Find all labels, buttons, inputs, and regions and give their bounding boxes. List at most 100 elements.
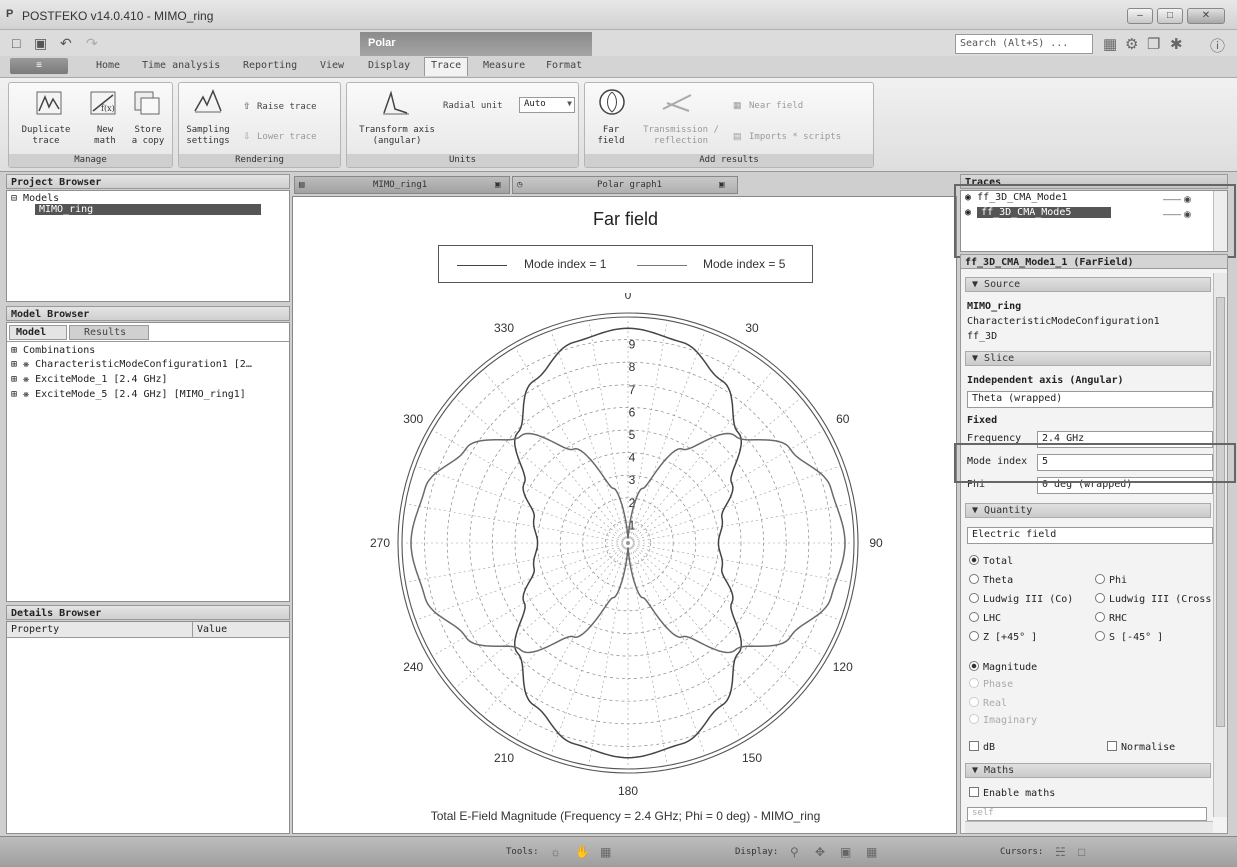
tab-reporting[interactable]: Reporting	[243, 60, 297, 71]
grid-icon[interactable]: ▦	[866, 845, 877, 859]
ribbon: Duplicate trace f(x) New math Store a co…	[0, 78, 1237, 172]
radio-lhc[interactable]: LHC	[969, 612, 1001, 624]
pan-icon[interactable]: ✋	[575, 845, 590, 859]
cursor-icon[interactable]: ☵	[1055, 845, 1066, 859]
radio-theta[interactable]: Theta	[969, 574, 1013, 586]
store-copy-button[interactable]: Store a copy	[127, 125, 169, 147]
tab-model[interactable]: Model	[9, 325, 67, 340]
imports-scripts-button[interactable]: Imports * scripts	[749, 132, 841, 142]
tab-trace[interactable]: Trace	[424, 57, 469, 76]
new-math-button[interactable]: New math	[85, 125, 125, 147]
model-view-icon: ▤	[299, 180, 305, 190]
radial-unit-select[interactable]: Auto ▼	[519, 97, 575, 113]
manage-group-label: Manage	[9, 154, 172, 167]
zoom-icon[interactable]: ▦	[600, 845, 611, 859]
project-browser-title: Project Browser	[6, 174, 290, 189]
angle-tick-label: 180	[618, 784, 638, 798]
angle-tick-label: 90	[869, 536, 883, 550]
angular-grid-line	[454, 542, 629, 689]
polar-chart[interactable]: 0306090120150180210240270300330123456789	[293, 293, 956, 853]
radio-z[interactable]: Z [+45° ]	[969, 631, 1037, 643]
radio-ludwig-co-label: Ludwig III (Co)	[983, 594, 1074, 605]
far-field-button[interactable]: Far field	[587, 125, 635, 147]
sampling-settings-button[interactable]: Sampling settings	[181, 125, 235, 147]
radio-ludwig-cross[interactable]: Ludwig III (Cross)	[1095, 593, 1217, 605]
independent-axis-select[interactable]: Theta (wrapped)	[967, 391, 1213, 408]
tab-measure[interactable]: Measure	[483, 60, 525, 71]
excitation-icon: ❋	[23, 389, 30, 400]
scrollbar-thumb[interactable]	[1216, 297, 1225, 727]
near-field-button[interactable]: Near field	[749, 101, 803, 111]
fit-icon[interactable]: ▣	[840, 845, 851, 859]
doc-tab-polar-graph[interactable]: ◷ Polar graph1 ▣	[512, 176, 738, 194]
radio-ludwig-co[interactable]: Ludwig III (Co)	[969, 593, 1073, 605]
details-browser-title: Details Browser	[6, 605, 290, 620]
transform-axis-button[interactable]: Transform axis (angular)	[349, 125, 445, 147]
radio-rhc[interactable]: RHC	[1095, 612, 1127, 624]
doc-tab-mimo-ring[interactable]: ▤ MIMO_ring1 ▣	[294, 176, 510, 194]
checkbox-normalise[interactable]: Normalise	[1107, 741, 1175, 753]
radio-total[interactable]: Total	[969, 555, 1013, 567]
comment-icon[interactable]: □	[1078, 845, 1085, 859]
column-value[interactable]: Value	[193, 622, 289, 638]
radio-magnitude[interactable]: Magnitude	[969, 661, 1037, 673]
undo-icon[interactable]: ↶	[60, 35, 72, 52]
radio-phase[interactable]: Phase	[969, 678, 1013, 690]
tree-item-mimo-ring[interactable]: MIMO_ring	[35, 204, 262, 215]
section-source[interactable]: ▼ Source	[965, 277, 1211, 292]
section-maths[interactable]: ▼ Maths	[965, 763, 1211, 778]
checkbox-db[interactable]: dB	[969, 741, 995, 753]
quantity-select[interactable]: Electric field	[967, 527, 1213, 544]
tab-display[interactable]: Display	[368, 60, 410, 71]
checkbox-enable-maths[interactable]: Enable maths	[969, 787, 1055, 799]
column-property[interactable]: Property	[7, 622, 193, 638]
save-icon[interactable]: ▣	[34, 35, 47, 52]
radio-phi[interactable]: Phi	[1095, 574, 1127, 586]
pointer-icon[interactable]: ☼	[550, 845, 561, 859]
tree-item-combinations[interactable]: ⊞ Combinations	[11, 345, 95, 356]
tab-results[interactable]: Results	[69, 325, 149, 340]
maths-expression-field[interactable]: self	[967, 807, 1207, 821]
close-tab-icon[interactable]: ▣	[495, 177, 500, 193]
close-icon[interactable]: ✕	[1187, 8, 1225, 24]
zoom-extents-icon[interactable]: ⚲	[790, 845, 799, 859]
tools-icon[interactable]: ⚙	[1125, 35, 1138, 53]
tab-view[interactable]: View	[320, 60, 344, 71]
tab-time-analysis[interactable]: Time analysis	[142, 60, 220, 71]
tree-item-excite-mode-1[interactable]: ⊞ ❋ ExciteMode_1 [2.4 GHz]	[11, 374, 168, 385]
tree-root-models[interactable]: ⊟ Models	[11, 193, 59, 204]
tab-home[interactable]: Home	[96, 60, 120, 71]
minimize-icon[interactable]: –	[1127, 8, 1153, 24]
raise-trace-button[interactable]: Raise trace	[257, 102, 317, 112]
radio-s[interactable]: S [-45° ]	[1095, 631, 1163, 643]
maximize-icon[interactable]: □	[1157, 8, 1183, 24]
tree-item-cm-config[interactable]: ⊞ ❋ CharacteristicModeConfiguration1 [2…	[11, 359, 252, 370]
window-icon[interactable]: ❐	[1147, 35, 1160, 53]
transmission-reflection-button[interactable]: Transmission / reflection	[635, 125, 727, 147]
radio-real[interactable]: Real	[969, 697, 1007, 709]
search-input[interactable]: Search (Alt+S) ...	[955, 34, 1093, 54]
close-tab-icon[interactable]: ▣	[719, 177, 724, 193]
section-slice[interactable]: ▼ Slice	[965, 351, 1211, 366]
settings-icon[interactable]: ✱	[1170, 35, 1183, 53]
cursors-label: Cursors:	[1000, 847, 1044, 857]
radio-icon	[969, 574, 979, 584]
properties-hscrollbar[interactable]	[965, 821, 1213, 833]
properties-scrollbar[interactable]	[1213, 273, 1227, 817]
tree-item-excite-mode-5[interactable]: ⊞ ❋ ExciteMode_5 [2.4 GHz] [MIMO_ring1]	[11, 389, 246, 400]
section-quantity[interactable]: ▼ Quantity	[965, 503, 1211, 518]
layout-icon[interactable]: ▦	[1103, 35, 1117, 53]
file-menu-button[interactable]: ≡	[10, 58, 68, 74]
lower-trace-button[interactable]: Lower trace	[257, 132, 317, 142]
duplicate-trace-button[interactable]: Duplicate trace	[11, 125, 81, 147]
tab-format[interactable]: Format	[546, 60, 582, 71]
radio-imaginary[interactable]: Imaginary	[969, 714, 1037, 726]
move-icon[interactable]: ✥	[815, 845, 825, 859]
redo-icon[interactable]: ↷	[86, 35, 98, 52]
doc-tab-label: Polar graph1	[597, 180, 663, 190]
help-icon[interactable]: ⓘ	[1210, 35, 1225, 56]
radio-icon	[969, 678, 979, 688]
mimo-ring-label: MIMO_ring	[35, 204, 262, 215]
add-results-group-label: Add results	[585, 154, 873, 167]
new-file-icon[interactable]: □	[12, 35, 20, 51]
